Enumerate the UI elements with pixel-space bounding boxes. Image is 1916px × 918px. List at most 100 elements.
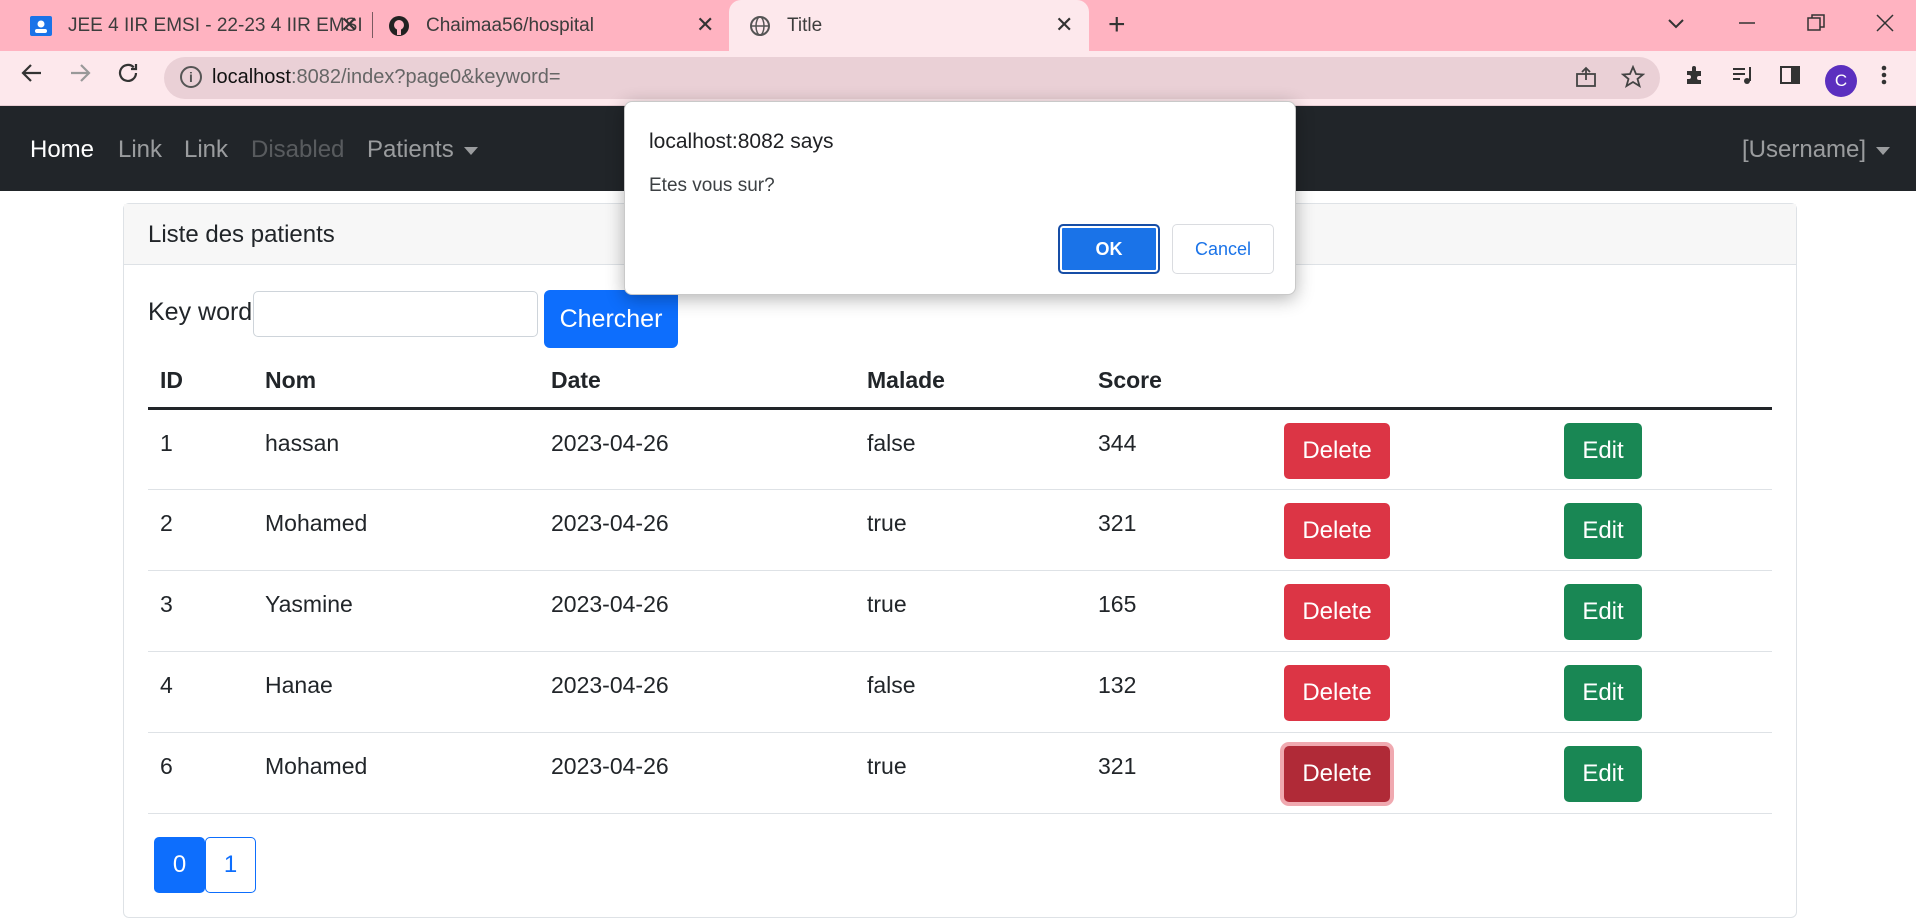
cell-malade: true	[855, 570, 1086, 652]
cell-score: 321	[1086, 732, 1272, 814]
dialog-message: Etes vous sur?	[649, 175, 775, 196]
cell-id: 4	[148, 651, 253, 733]
dialog-cancel-button[interactable]: Cancel	[1172, 224, 1274, 274]
cell-delete: Delete	[1272, 732, 1552, 814]
delete-button[interactable]: Delete	[1284, 745, 1390, 802]
close-tab-icon[interactable]: ✕	[340, 12, 358, 38]
edit-button[interactable]: Edit	[1564, 583, 1642, 640]
cell-nom: Hanae	[253, 651, 539, 733]
cell-edit: Edit	[1552, 732, 1772, 814]
browser-tab-1[interactable]: JEE 4 IIR EMSI - 22-23 4 IIR EMSI ✕	[0, 0, 372, 51]
column-header-nom: Nom	[253, 354, 539, 410]
tab-search-icon[interactable]	[1667, 10, 1685, 36]
cell-edit: Edit	[1552, 570, 1772, 652]
browser-tab-strip: JEE 4 IIR EMSI - 22-23 4 IIR EMSI ✕ Chai…	[0, 0, 1916, 51]
minimize-icon[interactable]	[1738, 12, 1756, 38]
caret-down-icon	[463, 146, 478, 155]
search-label: Key word	[148, 298, 253, 326]
nav-disabled: Disabled	[251, 136, 345, 163]
nav-link-1[interactable]: Link	[118, 136, 162, 164]
table-row: 3 Yasmine 2023-04-26 true 165 Delete Edi…	[148, 570, 1772, 652]
new-tab-icon[interactable]: +	[1108, 8, 1126, 42]
search-button[interactable]: Chercher	[544, 290, 678, 348]
keyword-input[interactable]	[253, 291, 538, 337]
cell-score: 165	[1086, 570, 1272, 652]
cell-delete: Delete	[1272, 570, 1552, 652]
nav-patients-dropdown[interactable]: Patients	[367, 136, 478, 164]
browser-tab-2[interactable]: Chaimaa56/hospital ✕	[374, 0, 728, 51]
browser-tab-3[interactable]: Title ✕	[729, 0, 1089, 51]
delete-button[interactable]: Delete	[1284, 502, 1390, 559]
pagination: 0 1	[154, 837, 256, 893]
forward-icon[interactable]	[68, 61, 92, 92]
back-icon[interactable]	[20, 61, 44, 92]
edit-button[interactable]: Edit	[1564, 745, 1642, 802]
delete-button[interactable]: Delete	[1284, 422, 1390, 479]
media-control-icon[interactable]	[1730, 63, 1754, 93]
confirm-dialog: localhost:8082 says Etes vous sur? OK Ca…	[624, 101, 1296, 295]
side-panel-icon[interactable]	[1778, 63, 1802, 93]
cell-nom: Yasmine	[253, 570, 539, 652]
column-header-score: Score	[1086, 354, 1272, 410]
close-window-icon[interactable]	[1876, 12, 1894, 38]
tab-title: Chaimaa56/hospital	[426, 14, 594, 36]
cell-date: 2023-04-26	[539, 570, 855, 652]
dialog-ok-button[interactable]: OK	[1058, 224, 1160, 274]
patients-card: Liste des patients Key word Chercher ID …	[123, 203, 1797, 918]
cell-delete: Delete	[1272, 651, 1552, 733]
dialog-title: localhost:8082 says	[649, 130, 834, 153]
table-row: 6 Mohamed 2023-04-26 true 321 Delete Edi…	[148, 732, 1772, 814]
table-header-row: ID Nom Date Malade Score	[148, 354, 1772, 410]
cell-score: 321	[1086, 489, 1272, 571]
column-header-edit	[1552, 354, 1772, 410]
cell-malade: true	[855, 732, 1086, 814]
close-tab-icon[interactable]: ✕	[696, 12, 714, 38]
cell-nom: Mohamed	[253, 489, 539, 571]
cell-edit: Edit	[1552, 489, 1772, 571]
profile-avatar[interactable]: C	[1825, 65, 1857, 97]
reload-icon[interactable]	[116, 61, 140, 92]
extensions-icon[interactable]	[1683, 63, 1707, 93]
classroom-icon	[30, 15, 52, 37]
cell-id: 1	[148, 408, 253, 490]
globe-icon	[749, 15, 771, 37]
site-info-icon[interactable]: i	[180, 66, 202, 88]
cell-malade: false	[855, 408, 1086, 490]
cell-delete: Delete	[1272, 489, 1552, 571]
cell-malade: true	[855, 489, 1086, 571]
more-options-icon[interactable]	[1880, 63, 1888, 93]
caret-down-icon	[1876, 146, 1891, 155]
cell-id: 2	[148, 489, 253, 571]
share-icon[interactable]	[1574, 65, 1598, 95]
column-header-date: Date	[539, 354, 855, 410]
bookmark-star-icon[interactable]	[1620, 64, 1646, 95]
tab-title: Title	[787, 14, 823, 36]
column-header-id: ID	[148, 354, 253, 410]
table-row: 1 hassan 2023-04-26 false 344 Delete Edi…	[148, 408, 1772, 490]
cell-id: 6	[148, 732, 253, 814]
edit-button[interactable]: Edit	[1564, 664, 1642, 721]
url-text: localhost:8082/index?page0&keyword=	[212, 66, 561, 88]
address-bar[interactable]: i localhost:8082/index?page0&keyword=	[164, 57, 1660, 99]
page-button[interactable]: 0	[154, 837, 205, 893]
cell-date: 2023-04-26	[539, 408, 855, 490]
close-tab-icon[interactable]: ✕	[1055, 12, 1073, 38]
delete-button[interactable]: Delete	[1284, 664, 1390, 721]
table-row: 4 Hanae 2023-04-26 false 132 Delete Edit	[148, 651, 1772, 733]
cell-score: 132	[1086, 651, 1272, 733]
edit-button[interactable]: Edit	[1564, 422, 1642, 479]
nav-home[interactable]: Home	[30, 136, 94, 164]
cell-delete: Delete	[1272, 408, 1552, 490]
page-button[interactable]: 1	[205, 837, 256, 893]
restore-icon[interactable]	[1807, 12, 1825, 38]
delete-button[interactable]: Delete	[1284, 583, 1390, 640]
nav-link-2[interactable]: Link	[184, 136, 228, 164]
column-header-delete	[1272, 354, 1552, 410]
browser-toolbar: i localhost:8082/index?page0&keyword= C	[0, 51, 1916, 106]
tab-title: JEE 4 IIR EMSI - 22-23 4 IIR EMSI	[68, 14, 363, 36]
nav-user-dropdown[interactable]: [Username]	[1742, 136, 1891, 164]
cell-malade: false	[855, 651, 1086, 733]
cell-edit: Edit	[1552, 408, 1772, 490]
edit-button[interactable]: Edit	[1564, 502, 1642, 559]
cell-nom: hassan	[253, 408, 539, 490]
